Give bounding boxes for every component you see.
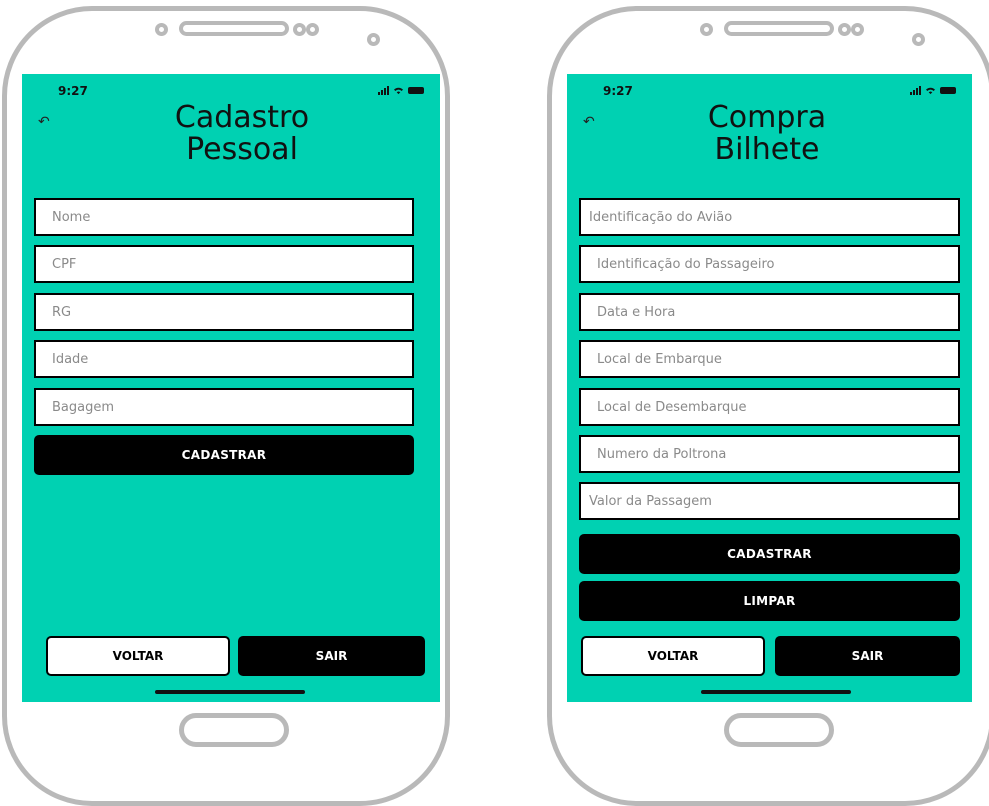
status-icons	[910, 86, 956, 95]
sensor-dot	[851, 23, 864, 36]
aviao-id-field[interactable]: Identificação do Avião	[579, 198, 960, 236]
cadastrar-button[interactable]: CADASTRAR	[34, 435, 414, 475]
status-icons	[378, 86, 424, 95]
sensor-dot	[838, 23, 851, 36]
bagagem-field[interactable]: Bagagem	[34, 388, 414, 426]
status-time: 9:27	[58, 84, 88, 98]
sair-button[interactable]: SAIR	[775, 636, 960, 676]
rg-field[interactable]: RG	[34, 293, 414, 331]
title-line-2: Pessoal	[186, 132, 298, 167]
desembarque-field[interactable]: Local de Desembarque	[579, 388, 960, 426]
sensor-dot	[155, 23, 168, 36]
sensor-dot	[293, 23, 306, 36]
home-indicator	[155, 690, 305, 694]
valor-passagem-field[interactable]: Valor da Passagem	[579, 482, 960, 520]
limpar-button[interactable]: LIMPAR	[579, 581, 960, 621]
passageiro-id-field[interactable]: Identificação do Passageiro	[579, 245, 960, 283]
embarque-field[interactable]: Local de Embarque	[579, 340, 960, 378]
signal-icon	[378, 86, 389, 95]
page-title: Compra Bilhete	[647, 102, 887, 166]
cpf-field[interactable]: CPF	[34, 245, 414, 283]
cadastrar-button[interactable]: CADASTRAR	[579, 534, 960, 574]
camera-icon	[912, 33, 925, 46]
page-title: Cadastro Pessoal	[112, 102, 372, 166]
speaker-grille	[179, 21, 289, 36]
battery-icon	[940, 87, 956, 94]
sair-button[interactable]: SAIR	[238, 636, 425, 676]
voltar-button[interactable]: VOLTAR	[46, 636, 230, 676]
nome-field[interactable]: Nome	[34, 198, 414, 236]
title-line-2: Bilhete	[714, 132, 820, 167]
battery-icon	[408, 87, 424, 94]
sensor-dot	[700, 23, 713, 36]
speaker-grille	[724, 21, 834, 36]
data-hora-field[interactable]: Data e Hora	[579, 293, 960, 331]
camera-icon	[367, 33, 380, 46]
signal-icon	[910, 86, 921, 95]
idade-field[interactable]: Idade	[34, 340, 414, 378]
back-arrow-icon[interactable]: ↶	[38, 114, 50, 130]
wifi-icon	[394, 87, 403, 95]
title-line-1: Compra	[707, 100, 827, 135]
screen-cadastro-pessoal: 9:27 ↶ Cadastro Pessoal Nome CPF RG Idad…	[22, 74, 440, 702]
title-line-1: Cadastro	[174, 100, 310, 135]
screen-compra-bilhete: 9:27 ↶ Compra Bilhete Identificação do A…	[567, 74, 972, 702]
home-indicator	[701, 690, 851, 694]
poltrona-field[interactable]: Numero da Poltrona	[579, 435, 960, 473]
back-arrow-icon[interactable]: ↶	[583, 114, 595, 130]
home-button[interactable]	[179, 713, 289, 747]
status-time: 9:27	[603, 84, 633, 98]
wifi-icon	[926, 87, 935, 95]
voltar-button[interactable]: VOLTAR	[581, 636, 765, 676]
sensor-dot	[306, 23, 319, 36]
home-button[interactable]	[724, 713, 834, 747]
